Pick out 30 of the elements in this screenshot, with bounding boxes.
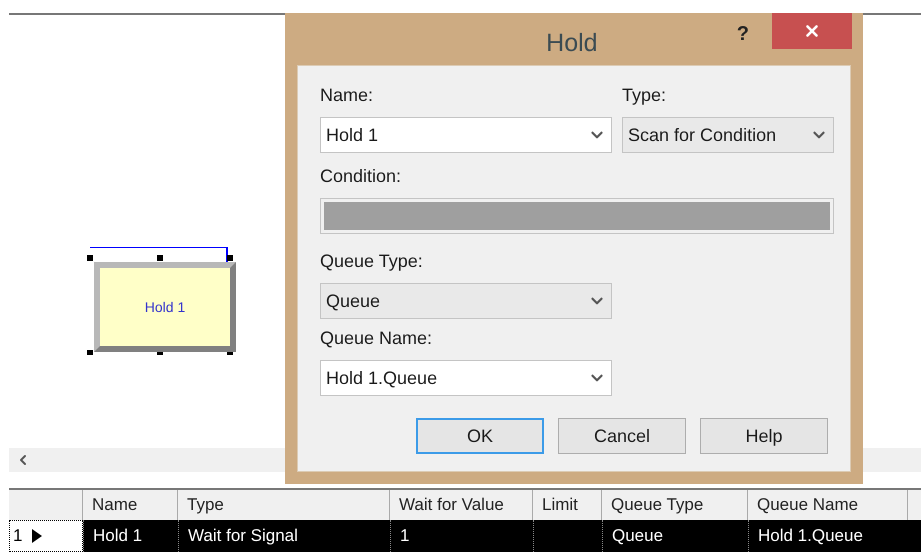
close-icon [803, 22, 821, 40]
table-cell: Hold 1.Queue [748, 520, 908, 552]
table-cell: 1 [390, 520, 533, 552]
current-row-icon [32, 529, 42, 543]
field-value: Hold 1.Queue [326, 366, 438, 390]
table-cell: Queue [602, 520, 748, 552]
field-label: Queue Name: [320, 327, 434, 350]
help-button[interactable]: ? [736, 13, 749, 49]
field-value: Hold 1 [326, 124, 380, 146]
row-number: 1 [13, 525, 22, 548]
field-label: Condition: [320, 165, 402, 188]
hold-module[interactable]: Hold 1 [94, 262, 236, 352]
table-cell: Wait for Signal [178, 520, 390, 552]
dropdown-field[interactable]: Hold 1 [320, 117, 612, 153]
module-label: Hold 1 [144, 298, 186, 316]
field-label: Type: [622, 84, 668, 107]
dialog-button[interactable]: OK [416, 418, 544, 454]
dropdown-field[interactable]: Hold 1.Queue [320, 360, 612, 396]
field-value: Scan for Condition [628, 124, 778, 146]
dropdown-field[interactable]: Scan for Condition [622, 117, 834, 153]
table-cell: Hold 1 [83, 520, 178, 552]
field-label: Name: [320, 84, 374, 107]
table-row[interactable]: 1 Hold 1 Wait for Signal 1 Queue Hold 1.Queue [9, 520, 921, 552]
dialog-button[interactable]: Help [700, 418, 828, 454]
field-label: Queue Type: [320, 250, 424, 273]
field-value: Queue [326, 290, 382, 312]
dialog-title: Hold [545, 28, 599, 59]
close-button[interactable] [772, 13, 852, 49]
dialog-button[interactable]: Cancel [558, 418, 686, 454]
dropdown-field[interactable]: Queue [320, 283, 612, 319]
